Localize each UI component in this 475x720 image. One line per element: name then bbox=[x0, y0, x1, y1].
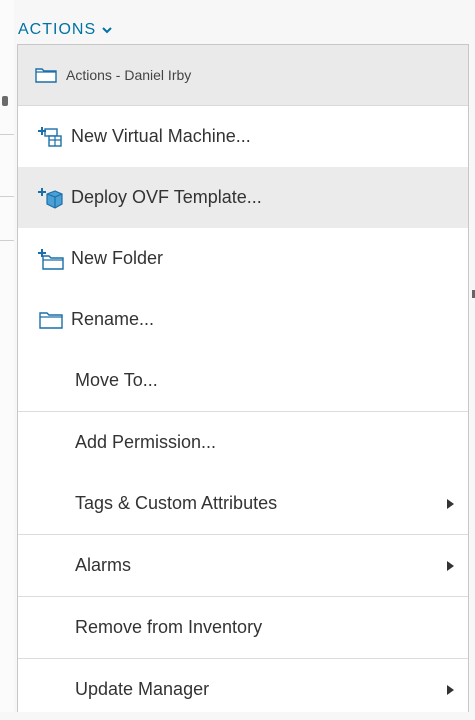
menu-item-label: Alarms bbox=[75, 555, 132, 575]
menu-item-label: Deploy OVF Template... bbox=[71, 187, 262, 207]
menu-item-label: New Virtual Machine... bbox=[71, 126, 251, 146]
menu-item-alarms[interactable]: Alarms bbox=[18, 535, 468, 596]
menu-item-label: Remove from Inventory bbox=[75, 617, 263, 637]
background-divider bbox=[0, 134, 14, 135]
menu-item-label: Move To... bbox=[75, 370, 158, 390]
folder-icon bbox=[35, 68, 57, 83]
background-page-marks bbox=[0, 0, 14, 712]
actions-dropdown-button[interactable]: ACTIONS bbox=[18, 21, 112, 39]
menu-item-rename[interactable]: Rename... bbox=[18, 289, 468, 350]
submenu-arrow-icon bbox=[447, 684, 454, 695]
background-divider bbox=[0, 196, 14, 197]
menu-item-remove-from-inventory[interactable]: Remove from Inventory bbox=[18, 597, 468, 658]
menu-item-label: Add Permission... bbox=[75, 432, 217, 452]
menu-item-deploy-ovf-template[interactable]: Deploy OVF Template... bbox=[18, 167, 468, 228]
menu-item-move-to[interactable]: Move To... bbox=[18, 350, 468, 411]
menu-item-tags-custom-attributes[interactable]: Tags & Custom Attributes bbox=[18, 473, 468, 534]
menu-header-label: Actions - Daniel Irby bbox=[66, 67, 192, 83]
actions-button-label: ACTIONS bbox=[18, 21, 97, 38]
chevron-down-icon bbox=[102, 27, 112, 34]
menu-header: Actions - Daniel Irby bbox=[18, 45, 468, 106]
menu-item-new-folder[interactable]: New Folder bbox=[18, 228, 468, 289]
folder-icon bbox=[39, 311, 63, 329]
menu-item-label: New Folder bbox=[71, 248, 164, 268]
menu-item-add-permission[interactable]: Add Permission... bbox=[18, 412, 468, 473]
menu-item-label: Tags & Custom Attributes bbox=[75, 493, 278, 513]
menu-item-new-virtual-machine[interactable]: New Virtual Machine... bbox=[18, 106, 468, 167]
new-vm-icon bbox=[38, 126, 62, 147]
submenu-arrow-icon bbox=[447, 498, 454, 509]
menu-item-update-manager[interactable]: Update Manager bbox=[18, 659, 468, 720]
deploy-ovf-icon bbox=[38, 187, 63, 209]
background-glyph bbox=[2, 96, 8, 106]
actions-menu: Actions - Daniel Irby New Virtual Machin… bbox=[17, 44, 469, 712]
submenu-arrow-icon bbox=[447, 560, 454, 571]
new-folder-icon bbox=[38, 248, 64, 270]
menu-item-label: Rename... bbox=[71, 309, 155, 329]
background-divider bbox=[0, 240, 14, 241]
menu-item-label: Update Manager bbox=[75, 679, 210, 699]
